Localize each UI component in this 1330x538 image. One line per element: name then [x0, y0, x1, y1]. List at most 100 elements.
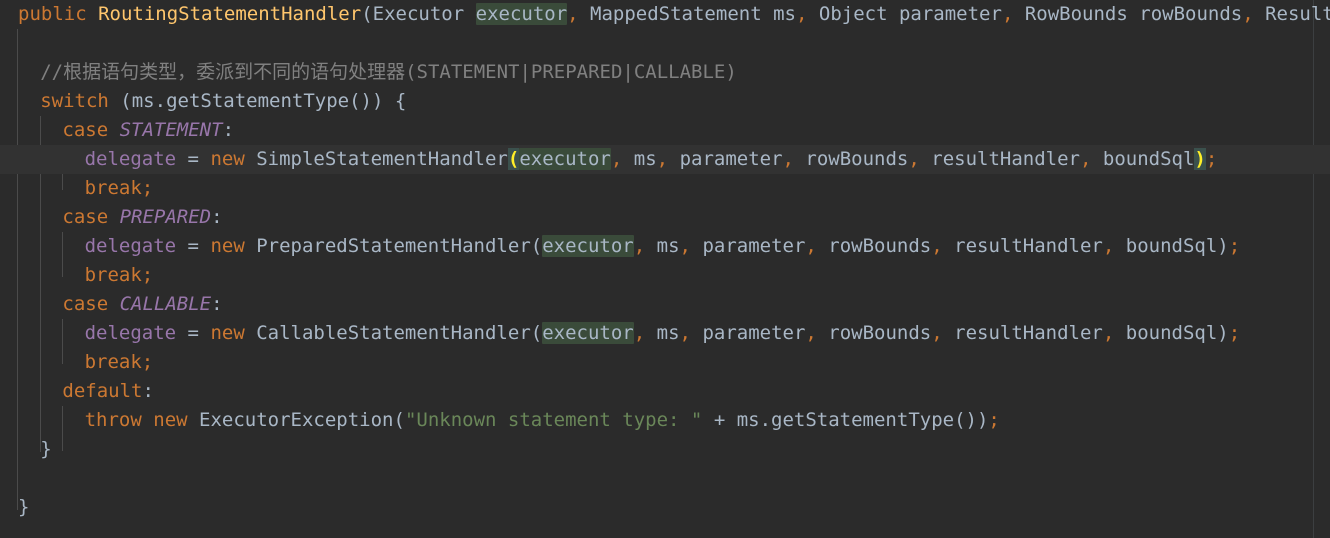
code-line[interactable]: }: [0, 493, 1330, 522]
code-token: new: [153, 409, 188, 431]
code-token: }: [40, 438, 52, 460]
matched-bracket: (: [507, 148, 520, 170]
code-token: delegate: [84, 235, 177, 257]
code-token: ,: [795, 3, 808, 25]
code-line[interactable]: throw new ExecutorException("Unknown sta…: [0, 406, 1330, 435]
code-token: ): [1217, 322, 1229, 344]
code-line[interactable]: case CALLABLE:: [0, 290, 1330, 319]
code-token: boundSql: [1125, 322, 1218, 344]
code-token: parameter: [679, 148, 783, 170]
code-token: ,: [1001, 3, 1014, 25]
code-line[interactable]: public RoutingStatementHandler(Executor …: [0, 0, 1330, 29]
code-token: ,: [931, 235, 943, 257]
code-token: ;: [141, 351, 154, 373]
code-lines-container[interactable]: public RoutingStatementHandler(Executor …: [0, 0, 1330, 522]
code-token: +: [702, 409, 737, 431]
code-token: ,: [782, 148, 794, 170]
code-line-content: delegate = new SimpleStatementHandler(ex…: [84, 145, 1217, 174]
code-line[interactable]: switch (ms.getStatementType()) {: [0, 87, 1330, 116]
code-token: ,: [656, 148, 669, 170]
code-token: (: [361, 3, 373, 25]
code-token: parameter: [898, 3, 1002, 25]
code-token: getStatementType: [771, 409, 955, 431]
code-line[interactable]: break;: [0, 348, 1330, 377]
code-token: ,: [931, 322, 943, 344]
code-token: RoutingStatementHandler: [98, 3, 362, 25]
matched-bracket: ): [1194, 148, 1206, 170]
code-token: public: [18, 3, 87, 25]
code-token: ,: [805, 235, 817, 257]
code-token: =: [176, 322, 211, 344]
code-token: rowBounds: [828, 235, 932, 257]
code-token: resultHandler: [954, 322, 1103, 344]
code-token: RowBounds: [1024, 3, 1128, 25]
code-token: Executor: [372, 3, 465, 25]
code-token: ;: [1228, 322, 1241, 344]
code-token: =: [176, 148, 211, 170]
code-token: ,: [1102, 235, 1115, 257]
code-line[interactable]: delegate = new CallableStatementHandler(…: [0, 319, 1330, 348]
code-line[interactable]: break;: [0, 174, 1330, 203]
code-token: ,: [610, 148, 623, 170]
code-token: ExecutorException: [199, 409, 394, 431]
code-token: :: [142, 380, 154, 402]
code-token: delegate: [84, 148, 177, 170]
code-line[interactable]: case PREPARED:: [0, 203, 1330, 232]
code-token: ): [1217, 235, 1229, 257]
code-line-content: break;: [85, 174, 154, 203]
code-token: .: [759, 409, 772, 431]
code-line[interactable]: delegate = new SimpleStatementHandler(ex…: [0, 145, 1330, 174]
code-token: rowBounds: [828, 322, 932, 344]
highlighted-occurrence: executor: [519, 148, 611, 170]
code-line[interactable]: break;: [0, 261, 1330, 290]
code-line[interactable]: }: [0, 435, 1330, 464]
code-line-content: }: [40, 435, 51, 464]
code-token: ;: [141, 264, 154, 286]
code-line[interactable]: case STATEMENT:: [0, 116, 1330, 145]
code-token: resultHandler: [954, 235, 1103, 257]
code-token: break: [84, 177, 142, 199]
code-token: ,: [805, 322, 817, 344]
code-editor[interactable]: public RoutingStatementHandler(Executor …: [0, 0, 1330, 538]
code-token: ,: [567, 3, 579, 25]
code-token: STATEMENT: [119, 119, 223, 141]
code-token: Object: [818, 3, 888, 25]
code-token: getStatementType: [166, 90, 350, 112]
code-line-content: }: [18, 493, 29, 522]
code-line[interactable]: default:: [0, 377, 1330, 406]
code-token: ms: [773, 3, 796, 25]
code-token: :: [211, 293, 223, 315]
code-token: (: [108, 90, 132, 112]
code-line[interactable]: [0, 29, 1330, 58]
highlighted-occurrence: executor: [542, 235, 634, 257]
code-token: MappedStatement: [590, 3, 762, 25]
code-line[interactable]: [0, 464, 1330, 493]
code-line[interactable]: delegate = new PreparedStatementHandler(…: [0, 232, 1330, 261]
code-line[interactable]: //根据语句类型，委派到不同的语句处理器(STATEMENT|PREPARED|…: [0, 58, 1330, 87]
code-line-content: case CALLABLE:: [62, 290, 222, 319]
code-token: case: [62, 293, 109, 315]
code-line-content: case STATEMENT:: [62, 116, 234, 145]
code-token: :: [222, 119, 235, 141]
code-line-content: break;: [85, 261, 154, 290]
code-token: ()) {: [349, 90, 407, 112]
code-token: ,: [679, 322, 691, 344]
